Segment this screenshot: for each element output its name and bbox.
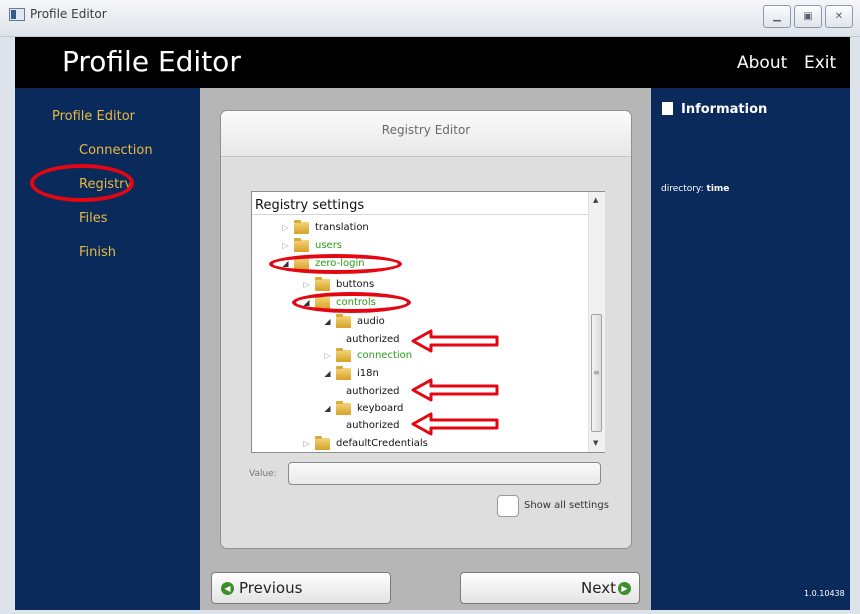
expand-arrow-icon[interactable]: ▷	[323, 347, 332, 364]
value-input[interactable]	[288, 462, 601, 485]
zero-login-highlight-oval	[269, 254, 402, 274]
folder-icon	[336, 400, 351, 415]
previous-button-label: Previous	[239, 579, 303, 597]
version-label: 1.0.10438	[804, 589, 845, 598]
tree-item[interactable]: ◢ audio	[323, 313, 385, 330]
tree-item-label: authorized	[346, 420, 400, 431]
tree-item[interactable]: ▷ buttons	[302, 276, 374, 293]
collapse-arrow-icon[interactable]: ◢	[323, 313, 332, 330]
folder-icon	[315, 435, 330, 450]
minimize-icon[interactable]: ▁	[763, 5, 791, 28]
directory-value: time	[706, 184, 730, 194]
exit-link[interactable]: Exit	[804, 53, 836, 73]
app-header: Profile Editor About Exit	[15, 37, 850, 88]
folder-icon	[336, 365, 351, 380]
tree-item-label: keyboard	[357, 403, 404, 414]
app-title: Profile Editor	[62, 45, 241, 78]
registry-highlight-oval	[30, 164, 134, 202]
show-all-settings-label: Show all settings	[524, 500, 609, 511]
information-panel: Information directory: time 1.0.10438	[651, 88, 850, 610]
tree-item-label: connection	[357, 350, 413, 361]
nav-item-finish[interactable]: Finish	[79, 245, 116, 260]
folder-icon	[336, 313, 351, 328]
collapse-arrow-icon[interactable]: ◢	[323, 400, 332, 417]
expand-arrow-icon[interactable]: ▷	[281, 237, 290, 254]
tree-value-item[interactable]: authorized	[346, 331, 399, 348]
tree-header: Registry settings	[255, 198, 365, 213]
information-title: Information	[681, 102, 768, 117]
nav-root-label: Profile Editor	[52, 109, 136, 124]
tree-value-item[interactable]: authorized	[346, 383, 399, 400]
scroll-up-icon[interactable]: ▲	[593, 196, 598, 204]
show-all-settings-checkbox[interactable]	[497, 495, 519, 517]
tree-item-label: translation	[315, 222, 369, 233]
tree-item-label: buttons	[336, 279, 375, 290]
arrow-left-icon: ◀	[221, 581, 234, 595]
window-frame-left	[0, 37, 15, 614]
folder-icon	[294, 237, 309, 252]
controls-highlight-oval	[292, 292, 411, 313]
tree-item[interactable]: ◢ keyboard	[323, 400, 403, 417]
annotation-arrow-icon	[411, 329, 499, 353]
next-button-label: Next	[581, 579, 616, 597]
expand-arrow-icon[interactable]: ▷	[302, 435, 311, 452]
value-label: Value:	[249, 469, 277, 479]
tree-item-label: defaultCredentials	[336, 438, 428, 449]
window-frame-bottom	[0, 610, 860, 614]
tree-item-label: authorized	[346, 386, 400, 397]
expand-arrow-icon[interactable]: ▷	[302, 276, 311, 293]
maximize-icon[interactable]: ▣	[794, 5, 822, 28]
tree-value-item[interactable]: authorized	[346, 417, 399, 434]
panel-header: Registry Editor	[221, 111, 631, 157]
tree-item[interactable]: ▷ defaultCredentials	[302, 435, 428, 452]
window-frame-right	[850, 37, 860, 614]
nav-item-connection[interactable]: Connection	[79, 143, 153, 158]
window-app-icon	[9, 8, 25, 21]
scroll-down-icon[interactable]: ▼	[593, 439, 598, 447]
tree-item[interactable]: ◢ i18n	[323, 365, 379, 382]
about-link[interactable]: About	[737, 53, 787, 73]
tree-scrollbar[interactable]: ▲ ≡ ▼	[588, 192, 605, 452]
document-icon	[662, 102, 673, 115]
panel-title: Registry Editor	[381, 123, 471, 137]
expand-arrow-icon[interactable]: ▷	[281, 219, 290, 236]
collapse-arrow-icon[interactable]: ◢	[323, 365, 332, 382]
folder-icon	[315, 276, 330, 291]
tree-item-label: users	[315, 240, 343, 251]
folder-icon	[336, 347, 351, 362]
tree-header-divider	[252, 214, 588, 215]
window-title: Profile Editor	[30, 7, 107, 21]
window-titlebar: Profile Editor ▁ ▣ ✕	[0, 0, 860, 37]
annotation-arrow-icon	[411, 378, 499, 402]
next-button[interactable]: Next ▶	[460, 572, 640, 604]
tree-item[interactable]: ▷ users	[281, 237, 342, 254]
annotation-arrow-icon	[411, 412, 499, 436]
tree-item-label: authorized	[346, 334, 400, 345]
tree-item-label: audio	[357, 316, 385, 327]
tree-item-label: i18n	[357, 368, 379, 379]
scroll-grip-icon: ≡	[593, 368, 600, 377]
tree-item[interactable]: ▷ translation	[281, 219, 369, 236]
previous-button[interactable]: ◀ Previous	[211, 572, 391, 604]
folder-icon	[294, 219, 309, 234]
directory-info: directory: time	[661, 184, 729, 194]
close-icon[interactable]: ✕	[825, 5, 853, 28]
nav-item-files[interactable]: Files	[79, 211, 108, 226]
tree-item[interactable]: ▷ connection	[323, 347, 412, 364]
arrow-right-icon: ▶	[618, 581, 631, 595]
directory-key: directory:	[661, 184, 704, 194]
